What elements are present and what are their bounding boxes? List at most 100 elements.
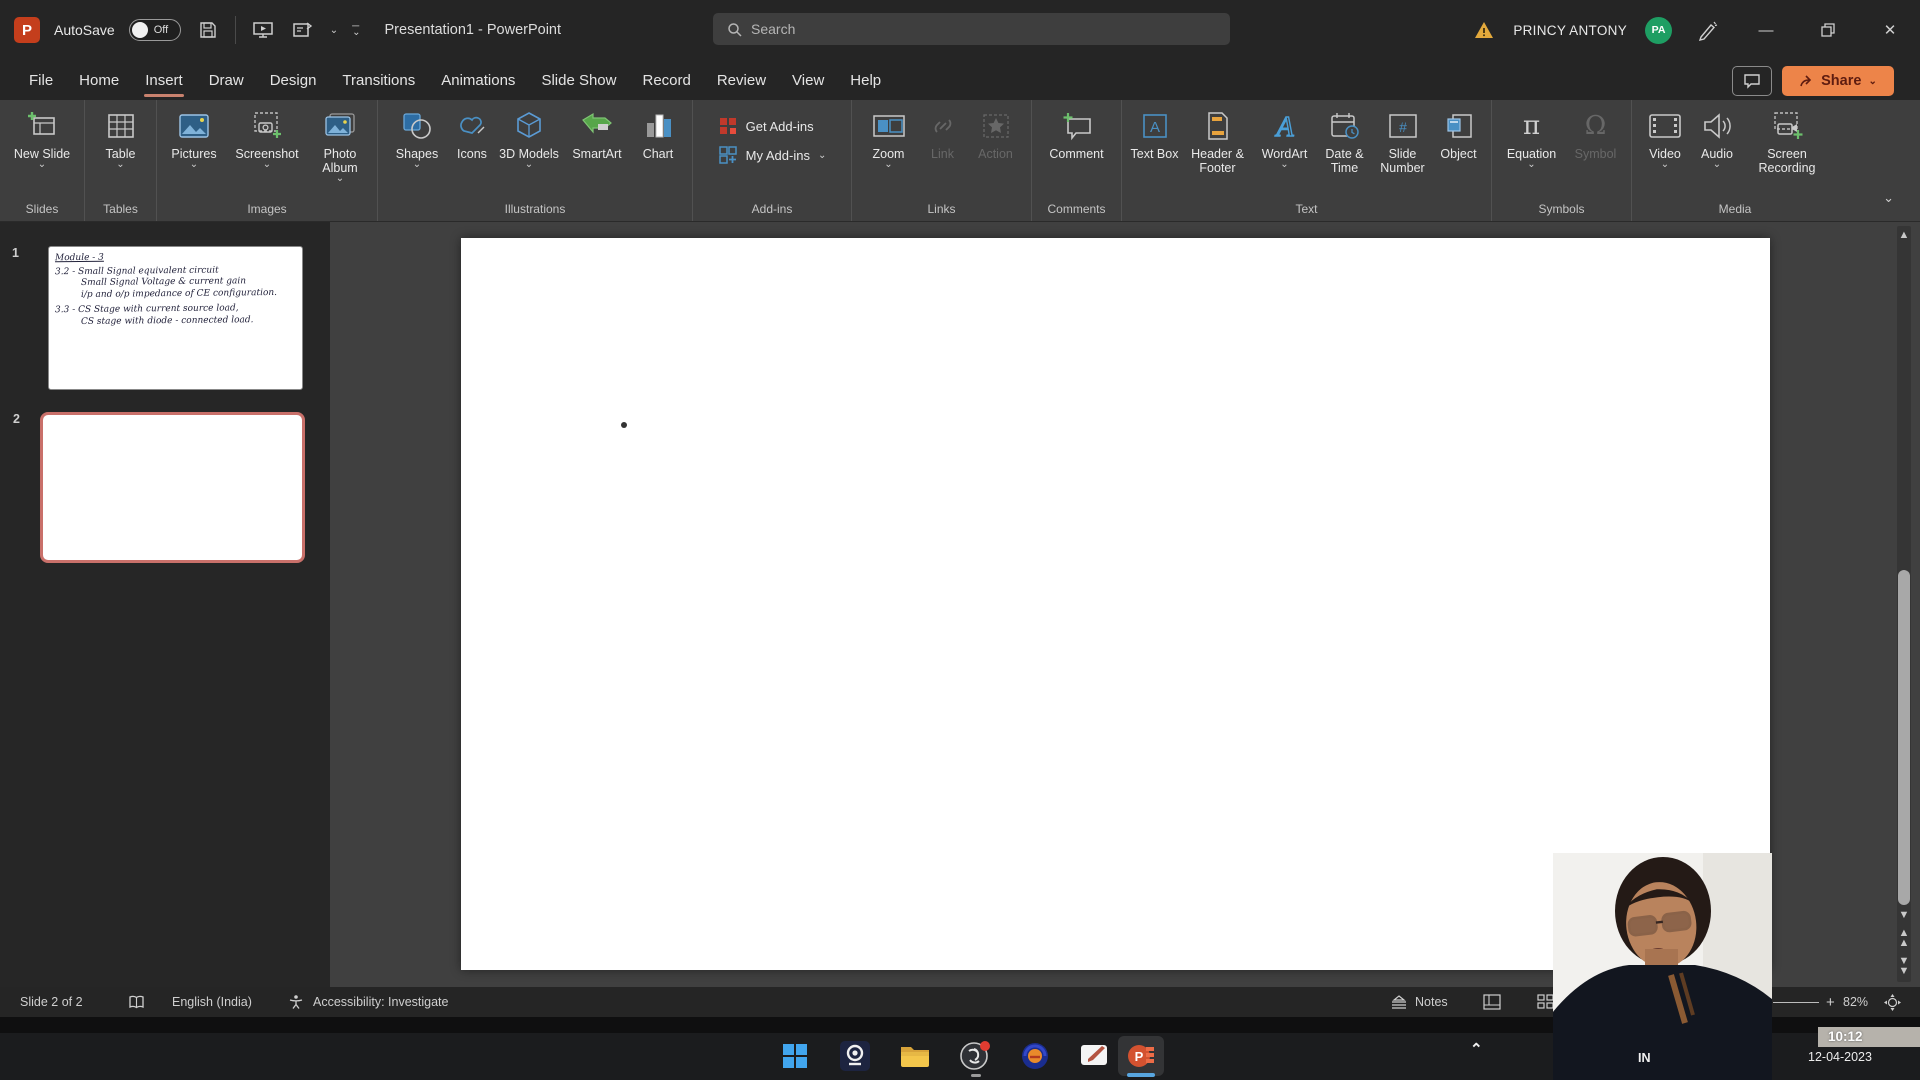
chevron-down-icon[interactable]: ⌄ [330,25,338,36]
user-name[interactable]: PRINCY ANTONY [1513,23,1627,38]
spellcheck-icon[interactable] [128,987,145,1017]
ribbon-group-text: A Text Box Header & Footer A WordArt ⌄ [1122,100,1492,221]
svg-text:A: A [1274,112,1294,141]
slide-number-icon: # [1387,108,1419,144]
scroll-down-icon[interactable]: ▼ [1895,910,1913,920]
smartart-button[interactable]: SmartArt [562,106,632,161]
zoom-level[interactable]: 82% [1843,987,1868,1017]
zoom-slider[interactable]: + [1773,987,1835,1017]
3d-models-button[interactable]: 3D Models ⌄ [496,106,562,171]
scrollbar-thumb[interactable] [1898,570,1910,905]
scroll-up-icon[interactable]: ▲ [1895,230,1913,240]
start-slideshow-button[interactable] [250,17,276,43]
table-button[interactable]: Table ⌄ [89,106,153,171]
new-slide-button[interactable]: New Slide ⌄ [4,106,80,171]
chevron-down-icon: ⌄ [413,161,421,171]
tab-view[interactable]: View [779,60,837,100]
tab-record[interactable]: Record [629,60,703,100]
chart-button[interactable]: Chart [632,106,684,161]
accessibility-icon[interactable] [288,987,304,1017]
restore-button[interactable] [1806,0,1850,60]
media-app-icon[interactable] [1015,1036,1055,1076]
whiteboard-app-icon[interactable] [1075,1036,1115,1076]
powerpoint-logo-icon[interactable]: P [14,17,40,43]
video-button[interactable]: Video ⌄ [1639,106,1691,171]
screenshot-button[interactable]: Screenshot ⌄ [228,106,306,171]
normal-view-button[interactable] [1483,987,1501,1017]
date-time-button[interactable]: Date & Time [1316,106,1374,175]
comments-button[interactable] [1732,66,1772,96]
chevron-down-icon: ⌄ [38,161,46,171]
qat-separator [235,16,236,44]
slide-sorter-view-button[interactable] [1537,987,1554,1017]
notes-button[interactable]: Notes [1390,987,1448,1017]
notes-label: Notes [1415,995,1448,1009]
tab-help[interactable]: Help [837,60,894,100]
my-add-ins-icon [718,145,738,165]
equation-button[interactable]: π Equation ⌄ [1498,106,1566,171]
start-button[interactable] [775,1036,815,1076]
minimize-button[interactable]: — [1744,0,1788,60]
close-button[interactable]: ✕ [1868,0,1912,60]
zoom-button[interactable]: Zoom ⌄ [860,106,918,171]
slide-number-button[interactable]: # Slide Number [1374,106,1432,175]
fit-slide-to-window-icon[interactable] [1884,987,1901,1017]
save-button[interactable] [195,17,221,43]
comment-button[interactable]: Comment [1037,106,1117,161]
tab-file[interactable]: File [16,60,66,100]
tab-home[interactable]: Home [66,60,132,100]
tab-draw[interactable]: Draw [196,60,257,100]
screen-recording-button[interactable]: Screen Recording [1743,106,1831,175]
photo-album-button[interactable]: Photo Album ⌄ [306,106,374,185]
autosave-state: Off [154,24,168,36]
previous-slide-icon[interactable]: ▲▲ [1895,928,1913,948]
pictures-button[interactable]: Pictures ⌄ [160,106,228,171]
tray-time[interactable]: 10:12 [1828,1029,1863,1044]
slide-thumbnail-1[interactable]: Module - 3 3.2 - Small Signal equivalent… [48,246,303,390]
tab-design[interactable]: Design [257,60,330,100]
warning-icon[interactable] [1473,20,1495,40]
tab-insert[interactable]: Insert [132,60,196,100]
customize-qat-icon[interactable]: ─⌄ [352,24,360,36]
ribbon-group-images: Pictures ⌄ Screenshot ⌄ Photo Album ⌄ Im… [157,100,378,221]
wordart-button[interactable]: A WordArt ⌄ [1254,106,1316,171]
ribbon-options-pen-icon[interactable] [1696,19,1720,41]
avatar[interactable]: PA [1645,17,1672,44]
button-label: Header & Footer [1182,147,1254,175]
tab-review[interactable]: Review [704,60,779,100]
camera-app-icon[interactable] [835,1036,875,1076]
group-label: Media [1632,202,1838,221]
audio-button[interactable]: Audio ⌄ [1691,106,1743,171]
zoom-in-icon[interactable]: + [1826,994,1835,1011]
title-bar: P AutoSave Off ⌄ ─⌄ Presentation1 - Powe… [0,0,1920,60]
hidden-icons-chevron[interactable]: ⌃ [1470,1040,1483,1058]
accessibility-status[interactable]: Accessibility: Investigate [313,987,448,1017]
text-box-button[interactable]: A Text Box [1128,106,1182,161]
slide-indicator[interactable]: Slide 2 of 2 [20,987,83,1017]
language-indicator[interactable]: English (India) [172,987,252,1017]
next-slide-icon[interactable]: ▼▼ [1895,956,1913,976]
search-input[interactable]: Search [713,13,1230,45]
button-label: Action [978,147,1013,161]
tab-animations[interactable]: Animations [428,60,528,100]
share-button[interactable]: Share ⌄ [1782,66,1894,96]
slide-thumbnail-2-selected[interactable] [40,412,305,563]
shapes-button[interactable]: Shapes ⌄ [386,106,448,171]
my-add-ins-button[interactable]: My Add-ins ⌄ [718,145,827,165]
file-explorer-icon[interactable] [895,1036,935,1076]
collapse-ribbon-chevron-icon[interactable]: ⌄ [1883,190,1894,206]
autosave-toggle[interactable]: Off [129,19,181,41]
header-footer-button[interactable]: Header & Footer [1182,106,1254,175]
tray-language-indicator[interactable]: IN [1638,1051,1651,1065]
get-add-ins-button[interactable]: Get Add-ins [718,116,814,136]
chart-icon [643,108,673,144]
ribbon-group-addins: Get Add-ins My Add-ins ⌄ Add-ins [693,100,852,221]
tab-slide-show[interactable]: Slide Show [528,60,629,100]
reuse-slides-button[interactable] [290,17,316,43]
icons-button[interactable]: Icons [448,106,496,161]
powerpoint-taskbar-icon[interactable]: P [1118,1036,1164,1076]
tab-transitions[interactable]: Transitions [329,60,428,100]
obs-studio-icon[interactable] [955,1036,995,1076]
tray-date[interactable]: 12-04-2023 [1808,1050,1872,1064]
object-button[interactable]: Object [1432,106,1486,161]
